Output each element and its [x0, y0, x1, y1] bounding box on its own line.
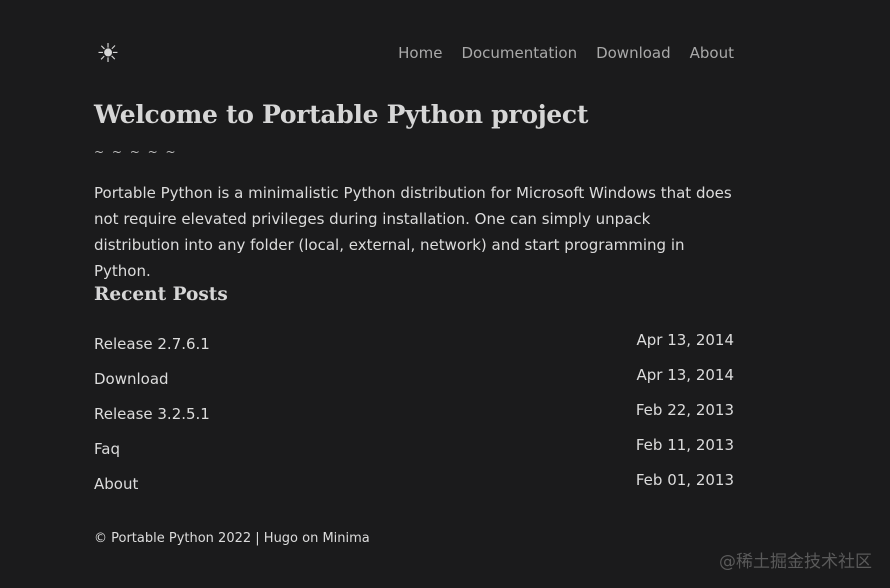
- post-item: Release 2.7.6.1 Apr 13, 2014: [94, 330, 734, 365]
- nav-about[interactable]: About: [690, 43, 734, 63]
- post-item: Release 3.2.5.1 Feb 22, 2013: [94, 400, 734, 435]
- post-date: Feb 11, 2013: [635, 436, 734, 454]
- recent-posts-list: Release 2.7.6.1 Apr 13, 2014 Download Ap…: [94, 330, 734, 505]
- sun-icon[interactable]: ☀: [94, 40, 122, 68]
- post-date: Apr 13, 2014: [636, 331, 734, 349]
- post-link[interactable]: About: [94, 475, 138, 493]
- post-item: About Feb 01, 2013: [94, 470, 734, 505]
- site-header: ☀ Home Documentation Download About: [94, 40, 734, 68]
- post-link[interactable]: Release 3.2.5.1: [94, 405, 210, 423]
- site-footer: © Portable Python 2022 | Hugo on Minima: [94, 531, 370, 546]
- nav-download[interactable]: Download: [596, 43, 671, 63]
- post-link[interactable]: Download: [94, 370, 169, 388]
- recent-posts-heading: Recent Posts: [94, 284, 228, 305]
- page-title: Welcome to Portable Python project: [94, 100, 589, 129]
- main-nav: Home Documentation Download About: [398, 43, 734, 63]
- page: ☀ Home Documentation Download About Welc…: [0, 0, 890, 588]
- post-item: Download Apr 13, 2014: [94, 365, 734, 400]
- post-item: Faq Feb 11, 2013: [94, 435, 734, 470]
- title-separator: ~ ~ ~ ~ ~: [94, 145, 178, 159]
- post-link[interactable]: Release 2.7.6.1: [94, 335, 210, 353]
- nav-home[interactable]: Home: [398, 43, 442, 63]
- post-date: Feb 22, 2013: [635, 401, 734, 419]
- nav-documentation[interactable]: Documentation: [461, 43, 577, 63]
- post-link[interactable]: Faq: [94, 440, 120, 458]
- post-date: Apr 13, 2014: [636, 366, 734, 384]
- intro-paragraph: Portable Python is a minimalistic Python…: [94, 184, 732, 280]
- watermark: @稀土掘金技术社区: [719, 552, 872, 572]
- post-date: Feb 01, 2013: [635, 471, 734, 489]
